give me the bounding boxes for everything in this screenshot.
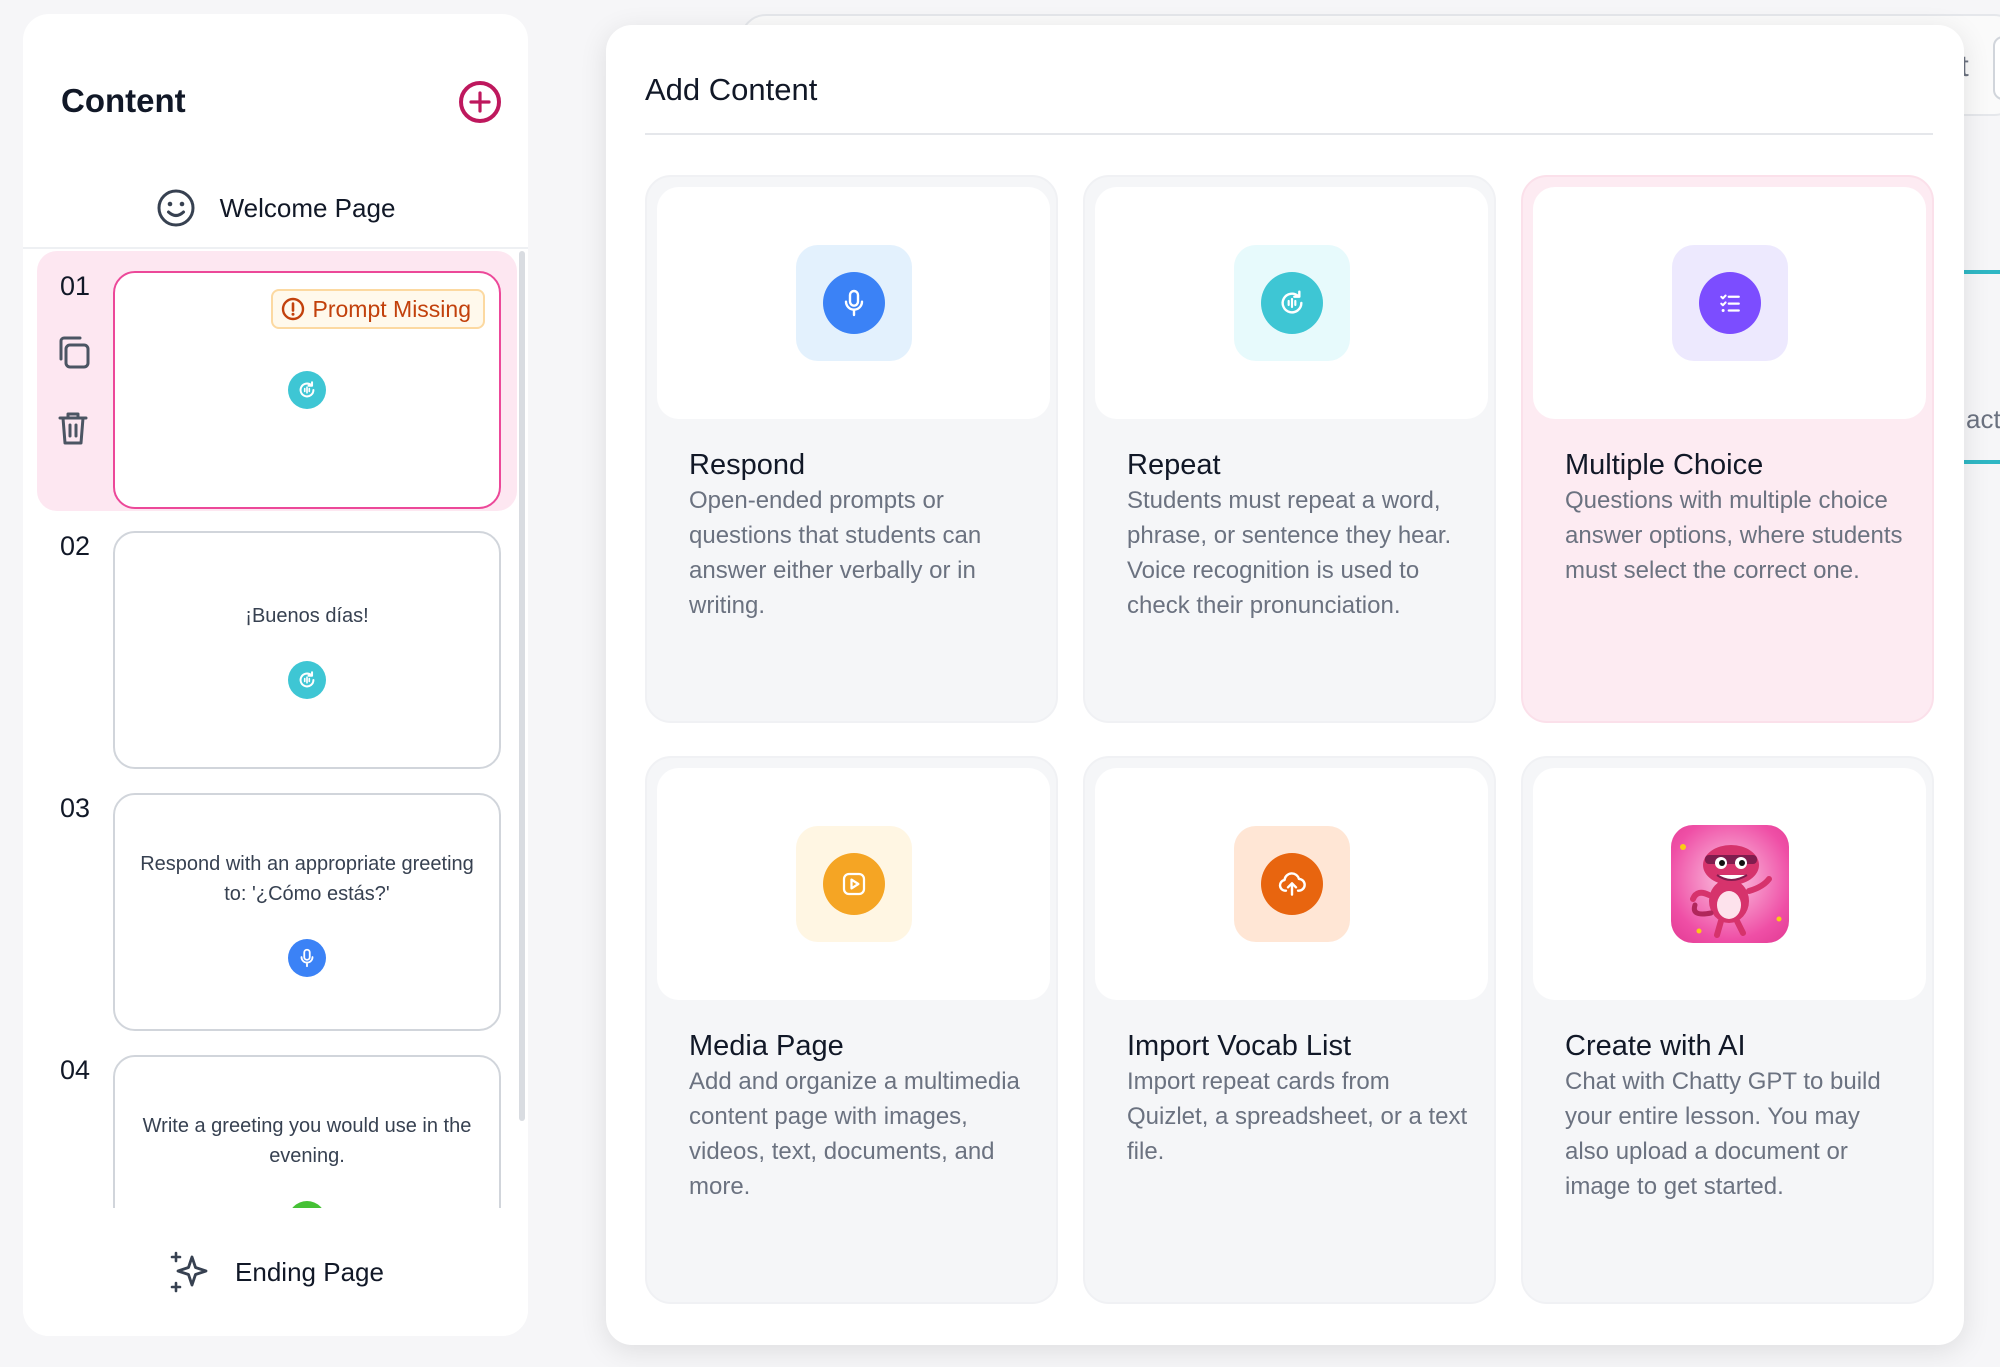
microphone-icon [822, 272, 885, 334]
repeat-icon [288, 371, 326, 409]
welcome-page-label: Welcome Page [219, 192, 396, 223]
repeat-icon [288, 661, 326, 699]
background-text: acte [1966, 404, 2000, 434]
tile-description: Chat with Chatty GPT to build your entir… [1565, 1068, 1881, 1200]
multiple-choice-tile[interactable]: Multiple Choice Questions with multiple … [1521, 175, 1934, 723]
slide-list: 01 Prompt Missing 02 ¡Buenos días! 03 Re… [23, 251, 528, 1208]
tile-icon-box [1233, 245, 1350, 361]
tile-preview [1095, 768, 1488, 1000]
slide-card[interactable]: ¡Buenos días! [113, 531, 501, 769]
trash-icon [58, 412, 88, 445]
background-control [1993, 36, 2000, 100]
tile-title: Import Vocab List [1127, 1030, 1352, 1062]
mascot-icon [1670, 825, 1789, 943]
written-response-icon [288, 1201, 326, 1208]
content-sidebar: Content Welcome Page 01 Prompt Missing 0… [23, 14, 528, 1336]
warning-icon [281, 297, 304, 321]
list-icon [1698, 272, 1761, 334]
background-accent-line [1960, 460, 2000, 464]
delete-slide-button[interactable] [52, 407, 94, 449]
tile-title: Respond [689, 449, 806, 481]
smiley-icon [157, 189, 195, 227]
duplicate-slide-button[interactable] [52, 331, 94, 373]
welcome-page-item[interactable]: Welcome Page [23, 169, 528, 249]
media-page-tile[interactable]: Media Page Add and organize a multimedia… [645, 756, 1058, 1304]
tile-preview [1533, 768, 1926, 1000]
repeat-audio-icon [1260, 272, 1323, 334]
slide-number: 02 [60, 531, 91, 561]
slide-card[interactable]: Write a greeting you would use in the ev… [113, 1055, 501, 1208]
import-vocab-tile[interactable]: Import Vocab List Import repeat cards fr… [1083, 756, 1496, 1304]
tile-title: Repeat [1127, 449, 1221, 481]
tile-icon-box [1671, 245, 1788, 361]
upload-cloud-icon [1260, 853, 1323, 915]
slide-item[interactable]: 04 Write a greeting you would use in the… [23, 1055, 518, 1208]
ending-page-label: Ending Page [235, 1256, 384, 1287]
tile-preview [1095, 187, 1488, 419]
slide-card[interactable]: Prompt Missing [113, 271, 501, 509]
slide-item[interactable]: 03 Respond with an appropriate greeting … [23, 793, 518, 1033]
slide-text: Respond with an appropriate greeting to:… [140, 853, 474, 905]
divider [645, 133, 1933, 135]
background-accent-line [1960, 270, 2000, 274]
slide-text: ¡Buenos días! [245, 605, 369, 627]
tile-description: Import repeat cards from Quizlet, a spre… [1127, 1068, 1468, 1165]
tile-description: Students must repeat a word, phrase, or … [1127, 487, 1452, 619]
tile-title: Multiple Choice [1565, 449, 1764, 481]
add-content-panel: Add Content Respond Open-ended prompts o… [606, 25, 1964, 1345]
sparkles-icon [170, 1251, 208, 1293]
slide-number: 04 [60, 1055, 91, 1085]
respond-tile[interactable]: Respond Open-ended prompts or questions … [645, 175, 1058, 723]
slide-number: 01 [60, 271, 91, 301]
tile-icon-box [795, 826, 912, 942]
play-icon [822, 853, 885, 915]
tile-title: Media Page [689, 1030, 844, 1062]
badge-label: Prompt Missing [312, 295, 471, 322]
tile-description: Questions with multiple choice answer op… [1565, 487, 1903, 584]
prompt-missing-badge: Prompt Missing [270, 289, 485, 329]
add-content-button[interactable] [459, 81, 501, 123]
tile-icon-box [795, 245, 912, 361]
slide-item[interactable]: 02 ¡Buenos días! [23, 531, 518, 771]
copy-icon [59, 336, 90, 369]
tile-title: Create with AI [1565, 1030, 1746, 1062]
slide-card[interactable]: Respond with an appropriate greeting to:… [113, 793, 501, 1031]
panel-title: Add Content [645, 72, 818, 107]
sidebar-title: Content [61, 82, 186, 119]
plus-icon [469, 91, 491, 113]
scrollbar[interactable] [519, 251, 525, 1121]
slide-text: Write a greeting you would use in the ev… [142, 1115, 472, 1167]
create-with-ai-tile[interactable]: Create with AI Chat with Chatty GPT to b… [1521, 756, 1934, 1304]
tile-preview [1533, 187, 1926, 419]
sidebar-header: Content [61, 66, 501, 136]
tile-description: Open-ended prompts or questions that stu… [689, 487, 982, 619]
slide-item[interactable]: 01 Prompt Missing [37, 251, 517, 511]
ending-page-item[interactable]: Ending Page [23, 1208, 528, 1336]
tile-icon-box [1233, 826, 1350, 942]
tile-description: Add and organize a multimedia content pa… [689, 1068, 1020, 1200]
repeat-tile[interactable]: Repeat Students must repeat a word, phra… [1083, 175, 1496, 723]
microphone-icon [288, 939, 326, 977]
tile-preview [657, 768, 1050, 1000]
tile-preview [657, 187, 1050, 419]
slide-number: 03 [60, 793, 91, 823]
